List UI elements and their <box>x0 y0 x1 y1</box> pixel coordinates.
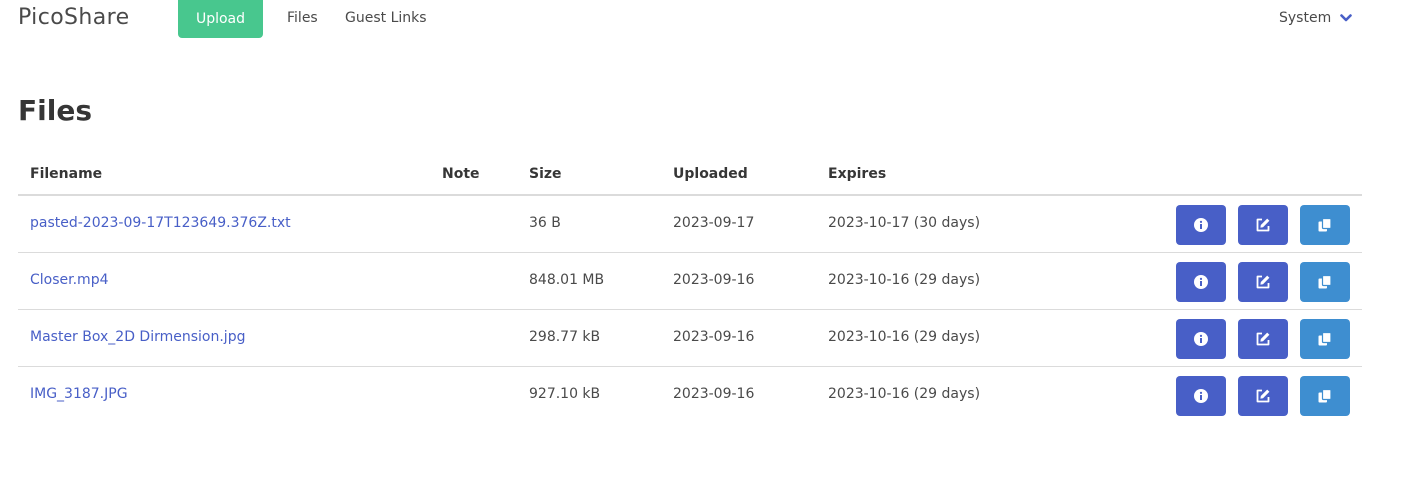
column-header-size: Size <box>529 166 562 182</box>
copy-icon <box>1317 274 1333 290</box>
nav-files-link[interactable]: Files <box>287 10 318 26</box>
filename-link[interactable]: Master Box_2D Dirmension.jpg <box>30 329 245 345</box>
edit-icon <box>1255 388 1271 404</box>
edit-icon <box>1255 217 1271 233</box>
file-info-button[interactable] <box>1176 376 1226 416</box>
edit-icon <box>1255 331 1271 347</box>
expires-cell: 2023-10-16 (29 days) <box>828 329 981 345</box>
file-info-button[interactable] <box>1176 262 1226 302</box>
size-cell: 298.77 kB <box>529 329 601 345</box>
info-icon <box>1194 389 1208 403</box>
copy-icon <box>1317 331 1333 347</box>
copy-link-button[interactable] <box>1300 376 1350 416</box>
info-icon <box>1194 218 1208 232</box>
uploaded-cell: 2023-09-16 <box>673 272 755 288</box>
size-cell: 848.01 MB <box>529 272 605 288</box>
files-table: Filename Note Size Uploaded Expires past… <box>18 156 1362 423</box>
copy-icon <box>1317 388 1333 404</box>
expires-cell: 2023-10-16 (29 days) <box>828 386 981 402</box>
chevron-down-icon <box>1340 13 1353 23</box>
system-menu-label: System <box>1279 10 1332 26</box>
brand-logo[interactable]: PicoShare <box>18 5 130 30</box>
file-info-button[interactable] <box>1176 319 1226 359</box>
uploaded-cell: 2023-09-16 <box>673 329 755 345</box>
column-header-note: Note <box>442 166 480 182</box>
table-header: Filename Note Size Uploaded Expires <box>18 156 1362 196</box>
column-header-expires: Expires <box>828 166 887 182</box>
filename-link[interactable]: pasted-2023-09-17T123649.376Z.txt <box>30 215 291 231</box>
table-row: pasted-2023-09-17T123649.376Z.txt 36 B 2… <box>18 196 1362 253</box>
edit-file-button[interactable] <box>1238 205 1288 245</box>
table-row: Closer.mp4 848.01 MB 2023-09-16 2023-10-… <box>18 253 1362 310</box>
copy-link-button[interactable] <box>1300 205 1350 245</box>
info-icon <box>1194 275 1208 289</box>
uploaded-cell: 2023-09-16 <box>673 386 755 402</box>
column-header-uploaded: Uploaded <box>673 166 748 182</box>
info-icon <box>1194 332 1208 346</box>
table-row: Master Box_2D Dirmension.jpg 298.77 kB 2… <box>18 310 1362 367</box>
filename-link[interactable]: Closer.mp4 <box>30 272 109 288</box>
expires-cell: 2023-10-16 (29 days) <box>828 272 981 288</box>
copy-link-button[interactable] <box>1300 262 1350 302</box>
edit-icon <box>1255 274 1271 290</box>
column-header-filename: Filename <box>30 166 103 182</box>
table-body: pasted-2023-09-17T123649.376Z.txt 36 B 2… <box>18 196 1362 423</box>
copy-link-button[interactable] <box>1300 319 1350 359</box>
page-title: Files <box>18 94 92 127</box>
navbar: PicoShare Upload Files Guest Links Syste… <box>0 0 1424 38</box>
edit-file-button[interactable] <box>1238 376 1288 416</box>
uploaded-cell: 2023-09-17 <box>673 215 755 231</box>
table-row: IMG_3187.JPG 927.10 kB 2023-09-16 2023-1… <box>18 367 1362 423</box>
copy-icon <box>1317 217 1333 233</box>
edit-file-button[interactable] <box>1238 319 1288 359</box>
size-cell: 36 B <box>529 215 561 231</box>
file-info-button[interactable] <box>1176 205 1226 245</box>
system-menu[interactable]: System <box>1279 10 1353 26</box>
size-cell: 927.10 kB <box>529 386 601 402</box>
filename-link[interactable]: IMG_3187.JPG <box>30 386 128 402</box>
expires-cell: 2023-10-17 (30 days) <box>828 215 981 231</box>
edit-file-button[interactable] <box>1238 262 1288 302</box>
nav-guest-links-link[interactable]: Guest Links <box>345 10 427 26</box>
upload-button[interactable]: Upload <box>178 0 263 38</box>
